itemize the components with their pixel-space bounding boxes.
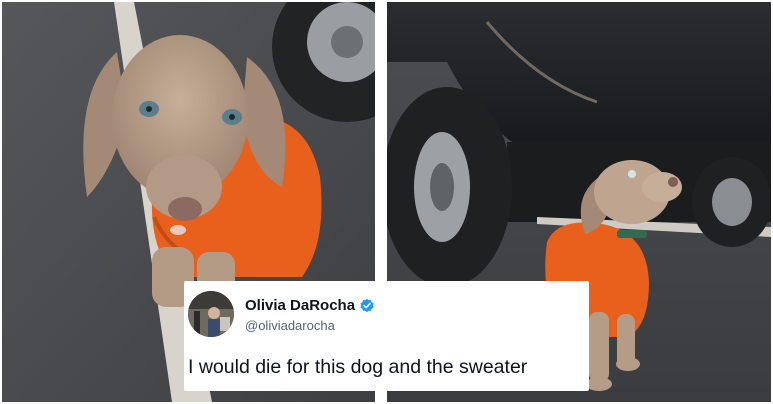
- author-avatar[interactable]: [188, 291, 234, 337]
- tweet-text: I would die for this dog and the sweater: [188, 356, 528, 378]
- verified-badge-icon: [359, 298, 375, 314]
- author-handle[interactable]: @oliviadarocha: [245, 318, 335, 333]
- author-name[interactable]: Olivia DaRocha: [245, 297, 355, 314]
- tweet-card: Olivia DaRocha @oliviadarocha I would di…: [184, 281, 589, 391]
